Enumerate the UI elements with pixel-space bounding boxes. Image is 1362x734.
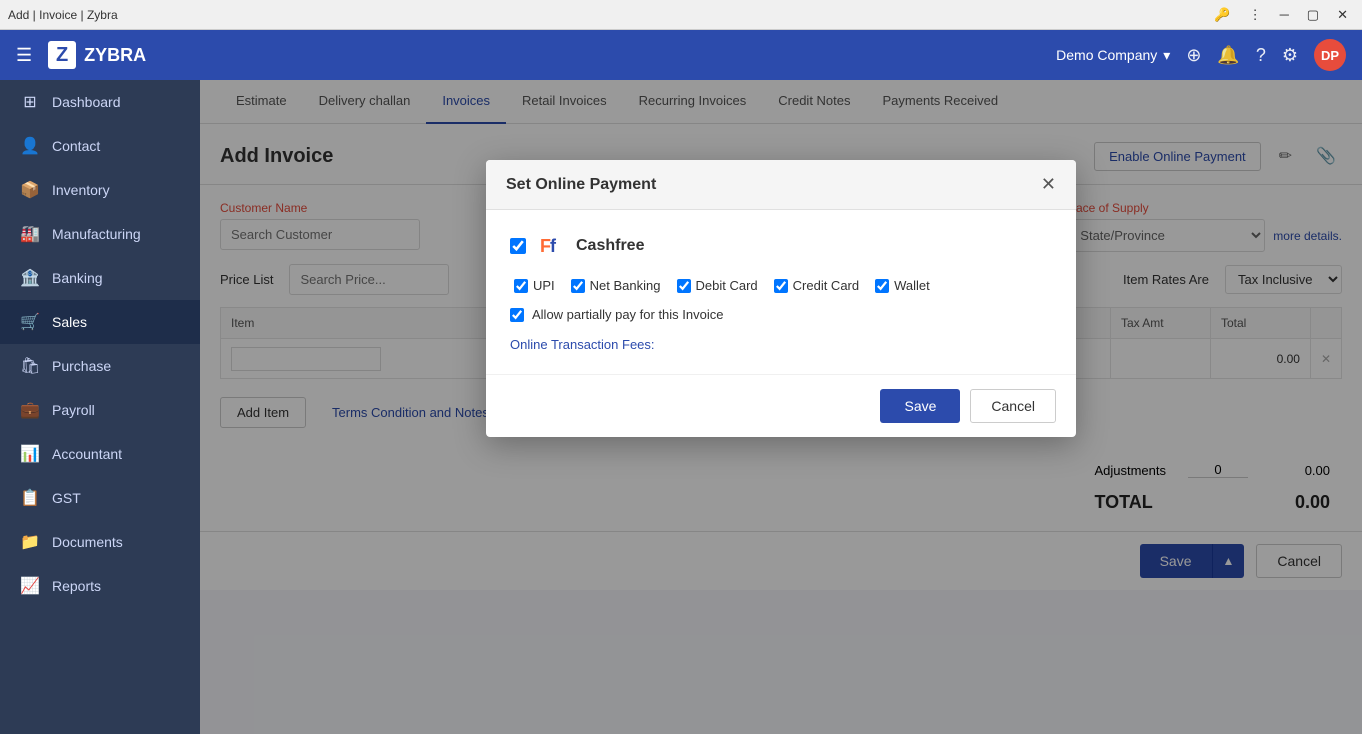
gst-icon: 📋 [20,488,40,508]
sidebar-item-contact[interactable]: 👤 Contact [0,124,200,168]
credit-card-checkbox[interactable] [774,279,788,293]
sidebar-item-purchase[interactable]: 🛍 Purchase [0,344,200,388]
cashfree-row: F f Cashfree [510,230,1052,262]
payment-methods-row: UPI Net Banking Debit Card Credit C [510,278,1052,293]
chevron-down-icon: ▾ [1163,47,1170,64]
company-name: Demo Company [1056,47,1157,63]
sidebar-item-accountant[interactable]: 📊 Accountant [0,432,200,476]
sidebar: ⊞ Dashboard 👤 Contact 📦 Inventory 🏭 Manu… [0,80,200,734]
sidebar-item-payroll[interactable]: 💼 Payroll [0,388,200,432]
title-bar: Add | Invoice | Zybra 🔑 ⋮ ─ ▢ ✕ [0,0,1362,30]
cashfree-logo-icon: F f [536,230,568,262]
purchase-icon: 🛍 [20,356,40,376]
modal-cancel-button[interactable]: Cancel [970,389,1056,423]
sidebar-label-inventory: Inventory [52,182,110,198]
partial-pay-label: Allow partially pay for this Invoice [532,307,723,322]
modal-footer: Save Cancel [486,374,1076,437]
sidebar-label-documents: Documents [52,534,123,550]
top-nav-right: Demo Company ▾ ⊕ 🔔 ? ⚙ DP [1056,39,1346,71]
wallet-option[interactable]: Wallet [875,278,930,293]
dashboard-icon: ⊞ [20,92,40,112]
sidebar-item-gst[interactable]: 📋 GST [0,476,200,520]
sidebar-label-sales: Sales [52,314,87,330]
minimize-btn[interactable]: ─ [1274,5,1295,24]
modal-save-button[interactable]: Save [880,389,960,423]
upi-option[interactable]: UPI [514,278,555,293]
modal-header: Set Online Payment ✕ [486,160,1076,210]
top-nav: ☰ Z ZYBRA Demo Company ▾ ⊕ 🔔 ? ⚙ DP [0,30,1362,80]
more-icon[interactable]: ⋮ [1243,5,1268,25]
contact-icon: 👤 [20,136,40,156]
sidebar-item-dashboard[interactable]: ⊞ Dashboard [0,80,200,124]
credit-card-option[interactable]: Credit Card [774,278,859,293]
cashfree-label: Cashfree [576,237,644,255]
main-layout: ⊞ Dashboard 👤 Contact 📦 Inventory 🏭 Manu… [0,80,1362,734]
set-online-payment-modal: Set Online Payment ✕ F f [486,160,1076,437]
manufacturing-icon: 🏭 [20,224,40,244]
modal-overlay: Set Online Payment ✕ F f [200,80,1362,734]
company-selector[interactable]: Demo Company ▾ [1056,47,1170,64]
sidebar-label-dashboard: Dashboard [52,94,121,110]
debit-card-label: Debit Card [696,278,758,293]
avatar[interactable]: DP [1314,39,1346,71]
sidebar-label-contact: Contact [52,138,100,154]
debit-card-option[interactable]: Debit Card [677,278,758,293]
sales-icon: 🛒 [20,312,40,332]
documents-icon: 📁 [20,532,40,552]
maximize-btn[interactable]: ▢ [1301,5,1325,25]
close-btn[interactable]: ✕ [1331,5,1354,25]
accountant-icon: 📊 [20,444,40,464]
sidebar-label-manufacturing: Manufacturing [52,226,141,242]
sidebar-label-accountant: Accountant [52,446,122,462]
settings-icon[interactable]: ⚙ [1282,45,1298,66]
inventory-icon: 📦 [20,180,40,200]
sidebar-item-reports[interactable]: 📈 Reports [0,564,200,608]
window-controls[interactable]: 🔑 ⋮ ─ ▢ ✕ [1208,5,1354,25]
net-banking-label: Net Banking [590,278,661,293]
online-fees-link[interactable]: Online Transaction Fees: [510,337,655,352]
net-banking-checkbox[interactable] [571,279,585,293]
reports-icon: 📈 [20,576,40,596]
hamburger-menu[interactable]: ☰ [16,45,32,66]
online-fees-row: Online Transaction Fees: [510,336,1052,354]
svg-text:f: f [550,236,557,256]
cashfree-checkbox[interactable] [510,238,526,254]
help-icon[interactable]: ? [1256,45,1266,66]
sidebar-item-inventory[interactable]: 📦 Inventory [0,168,200,212]
sidebar-item-documents[interactable]: 📁 Documents [0,520,200,564]
modal-body: F f Cashfree UPI [486,210,1076,374]
partial-pay-checkbox[interactable] [510,308,524,322]
window-title: Add | Invoice | Zybra [8,8,118,22]
wallet-label: Wallet [894,278,930,293]
upi-label: UPI [533,278,555,293]
app-logo: Z ZYBRA [48,41,146,69]
sidebar-item-banking[interactable]: 🏦 Banking [0,256,200,300]
credit-card-label: Credit Card [793,278,859,293]
modal-title: Set Online Payment [506,176,656,194]
key-icon: 🔑 [1208,5,1236,25]
sidebar-item-sales[interactable]: 🛒 Sales [0,300,200,344]
sidebar-label-reports: Reports [52,578,101,594]
logo-z-letter: Z [56,44,68,67]
add-icon[interactable]: ⊕ [1186,45,1201,66]
partial-pay-row: Allow partially pay for this Invoice [510,307,1052,322]
wallet-checkbox[interactable] [875,279,889,293]
content-area: Estimate Delivery challan Invoices Retai… [200,80,1362,734]
bell-icon[interactable]: 🔔 [1217,45,1239,66]
logo-text: ZYBRA [84,45,146,66]
cashfree-brand: F f Cashfree [536,230,644,262]
sidebar-label-gst: GST [52,490,81,506]
upi-checkbox[interactable] [514,279,528,293]
banking-icon: 🏦 [20,268,40,288]
sidebar-label-banking: Banking [52,270,103,286]
logo-icon: Z [48,41,76,69]
sidebar-item-manufacturing[interactable]: 🏭 Manufacturing [0,212,200,256]
debit-card-checkbox[interactable] [677,279,691,293]
payroll-icon: 💼 [20,400,40,420]
sidebar-label-payroll: Payroll [52,402,95,418]
modal-close-button[interactable]: ✕ [1041,174,1056,195]
sidebar-label-purchase: Purchase [52,358,111,374]
net-banking-option[interactable]: Net Banking [571,278,661,293]
